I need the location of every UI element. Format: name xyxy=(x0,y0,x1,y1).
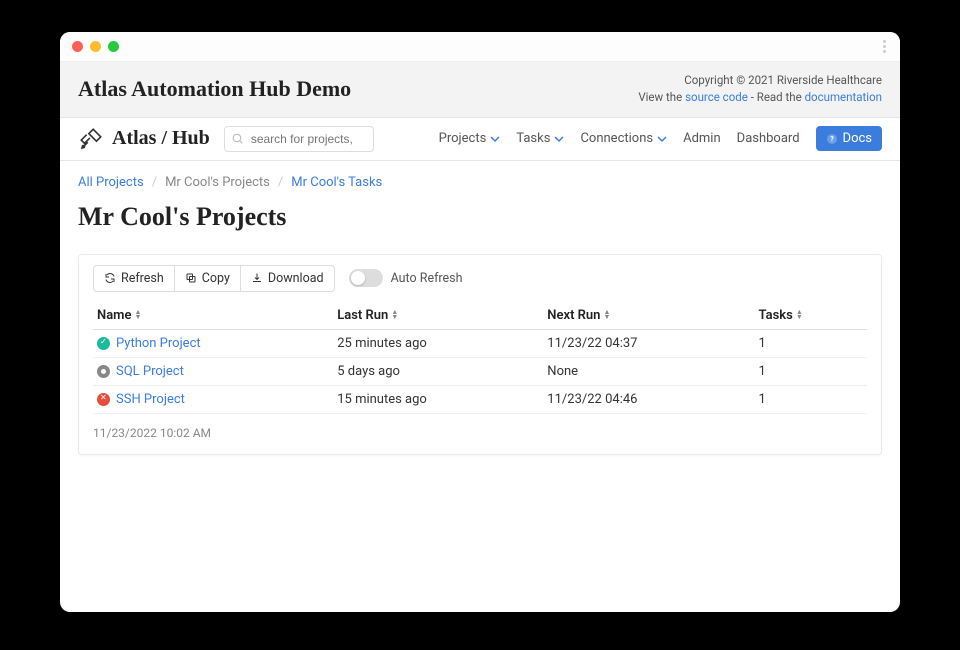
table-row: SQL Project 5 days agoNone1 xyxy=(93,357,867,385)
banner-meta: Copyright © 2021 Riverside Healthcare Vi… xyxy=(638,72,882,107)
cell-next-run: 11/23/22 04:46 xyxy=(543,385,754,413)
search-wrap xyxy=(224,126,374,152)
timestamp: 11/23/2022 10:02 AM xyxy=(93,426,867,440)
copy-button[interactable]: Copy xyxy=(175,265,241,292)
breadcrumb-all-projects[interactable]: All Projects xyxy=(78,175,144,190)
col-tasks[interactable]: Tasks▲▼ xyxy=(755,302,867,330)
logo-icon xyxy=(78,126,104,152)
breadcrumb-sep: / xyxy=(152,175,157,190)
button-group: Refresh Copy Download xyxy=(93,265,335,292)
nav-tasks-label: Tasks xyxy=(516,131,550,146)
col-next-run[interactable]: Next Run▲▼ xyxy=(543,302,754,330)
download-label: Download xyxy=(268,271,324,286)
nav-admin-label: Admin xyxy=(683,131,721,146)
refresh-button[interactable]: Refresh xyxy=(93,265,175,292)
col-last-run-label: Last Run xyxy=(337,308,388,323)
cell-last-run: 15 minutes ago xyxy=(333,385,543,413)
toolbar: Refresh Copy Download Auto Refresh xyxy=(93,265,867,292)
col-last-run[interactable]: Last Run▲▼ xyxy=(333,302,543,330)
nav-links: Projects Tasks Connections Admin Dashboa… xyxy=(439,126,882,151)
download-button[interactable]: Download xyxy=(241,265,335,292)
nav-connections-label: Connections xyxy=(580,131,653,146)
projects-table: Name▲▼ Last Run▲▼ Next Run▲▼ Tasks▲▼ Pyt… xyxy=(93,302,867,414)
nav-dashboard-label: Dashboard xyxy=(737,131,800,146)
search-icon xyxy=(231,132,244,145)
cell-tasks: 1 xyxy=(755,357,867,385)
cell-tasks: 1 xyxy=(755,329,867,357)
status-badge xyxy=(97,365,110,378)
copy-icon xyxy=(185,272,197,284)
banner-title: Atlas Automation Hub Demo xyxy=(78,76,351,102)
svg-text:?: ? xyxy=(830,135,834,143)
cell-next-run: 11/23/22 04:37 xyxy=(543,329,754,357)
page-title: Mr Cool's Projects xyxy=(78,202,882,232)
project-link[interactable]: Python Project xyxy=(116,336,201,351)
breadcrumb-tasks[interactable]: Mr Cool's Tasks xyxy=(291,175,382,190)
breadcrumb-current: Mr Cool's Projects xyxy=(165,175,270,190)
nav-connections[interactable]: Connections xyxy=(580,131,667,146)
help-icon: ? xyxy=(826,133,838,145)
chevron-down-icon xyxy=(554,134,564,144)
col-next-run-label: Next Run xyxy=(547,308,600,323)
minimize-window-button[interactable] xyxy=(90,41,101,52)
project-link[interactable]: SSH Project xyxy=(116,392,185,407)
nav-projects[interactable]: Projects xyxy=(439,131,501,146)
nav-admin[interactable]: Admin xyxy=(683,131,721,146)
cell-next-run: None xyxy=(543,357,754,385)
cell-last-run: 25 minutes ago xyxy=(333,329,543,357)
refresh-icon xyxy=(104,272,116,284)
sort-icon: ▲▼ xyxy=(796,310,803,320)
navbar: Atlas / Hub Projects Tasks Connections A… xyxy=(60,118,900,161)
breadcrumb-sep: / xyxy=(278,175,283,190)
auto-refresh-label: Auto Refresh xyxy=(391,271,463,286)
maximize-window-button[interactable] xyxy=(108,41,119,52)
table-row: SSH Project 15 minutes ago11/23/22 04:461 xyxy=(93,385,867,413)
sort-icon: ▲▼ xyxy=(134,310,141,320)
refresh-label: Refresh xyxy=(121,271,164,286)
copyright-text: Copyright © 2021 Riverside Healthcare xyxy=(638,72,882,89)
banner: Atlas Automation Hub Demo Copyright © 20… xyxy=(60,62,900,118)
docs-button[interactable]: ? Docs xyxy=(816,126,882,151)
documentation-link[interactable]: documentation xyxy=(805,90,882,104)
table-row: Python Project 25 minutes ago11/23/22 04:… xyxy=(93,329,867,357)
project-link[interactable]: SQL Project xyxy=(116,364,184,379)
traffic-lights xyxy=(72,41,119,52)
chevron-down-icon xyxy=(657,134,667,144)
docs-label: Docs xyxy=(843,131,872,146)
status-badge xyxy=(97,337,110,350)
auto-refresh-toggle[interactable] xyxy=(349,269,383,287)
view-prefix: View the xyxy=(638,90,685,104)
content: All Projects / Mr Cool's Projects / Mr C… xyxy=(60,161,900,613)
cell-last-run: 5 days ago xyxy=(333,357,543,385)
brand-text: Atlas / Hub xyxy=(112,127,210,150)
breadcrumb: All Projects / Mr Cool's Projects / Mr C… xyxy=(78,175,882,190)
app-window: Atlas Automation Hub Demo Copyright © 20… xyxy=(60,32,900,612)
download-icon xyxy=(251,272,263,284)
search-input[interactable] xyxy=(224,126,374,152)
nav-tasks[interactable]: Tasks xyxy=(516,131,564,146)
close-window-button[interactable] xyxy=(72,41,83,52)
col-tasks-label: Tasks xyxy=(759,308,793,323)
auto-refresh-wrap: Auto Refresh xyxy=(349,269,463,287)
projects-panel: Refresh Copy Download Auto Refresh xyxy=(78,254,882,455)
chevron-down-icon xyxy=(490,134,500,144)
cell-tasks: 1 xyxy=(755,385,867,413)
col-name[interactable]: Name▲▼ xyxy=(93,302,333,330)
nav-projects-label: Projects xyxy=(439,131,487,146)
col-name-label: Name xyxy=(97,308,131,323)
titlebar xyxy=(60,32,900,62)
sort-icon: ▲▼ xyxy=(603,310,610,320)
source-code-link[interactable]: source code xyxy=(685,90,748,104)
brand[interactable]: Atlas / Hub xyxy=(78,126,210,152)
copy-label: Copy xyxy=(202,271,230,286)
read-sep: - Read the xyxy=(748,90,805,104)
sort-icon: ▲▼ xyxy=(391,310,398,320)
kebab-menu-icon[interactable] xyxy=(883,40,888,53)
status-badge xyxy=(97,393,110,406)
nav-dashboard[interactable]: Dashboard xyxy=(737,131,800,146)
